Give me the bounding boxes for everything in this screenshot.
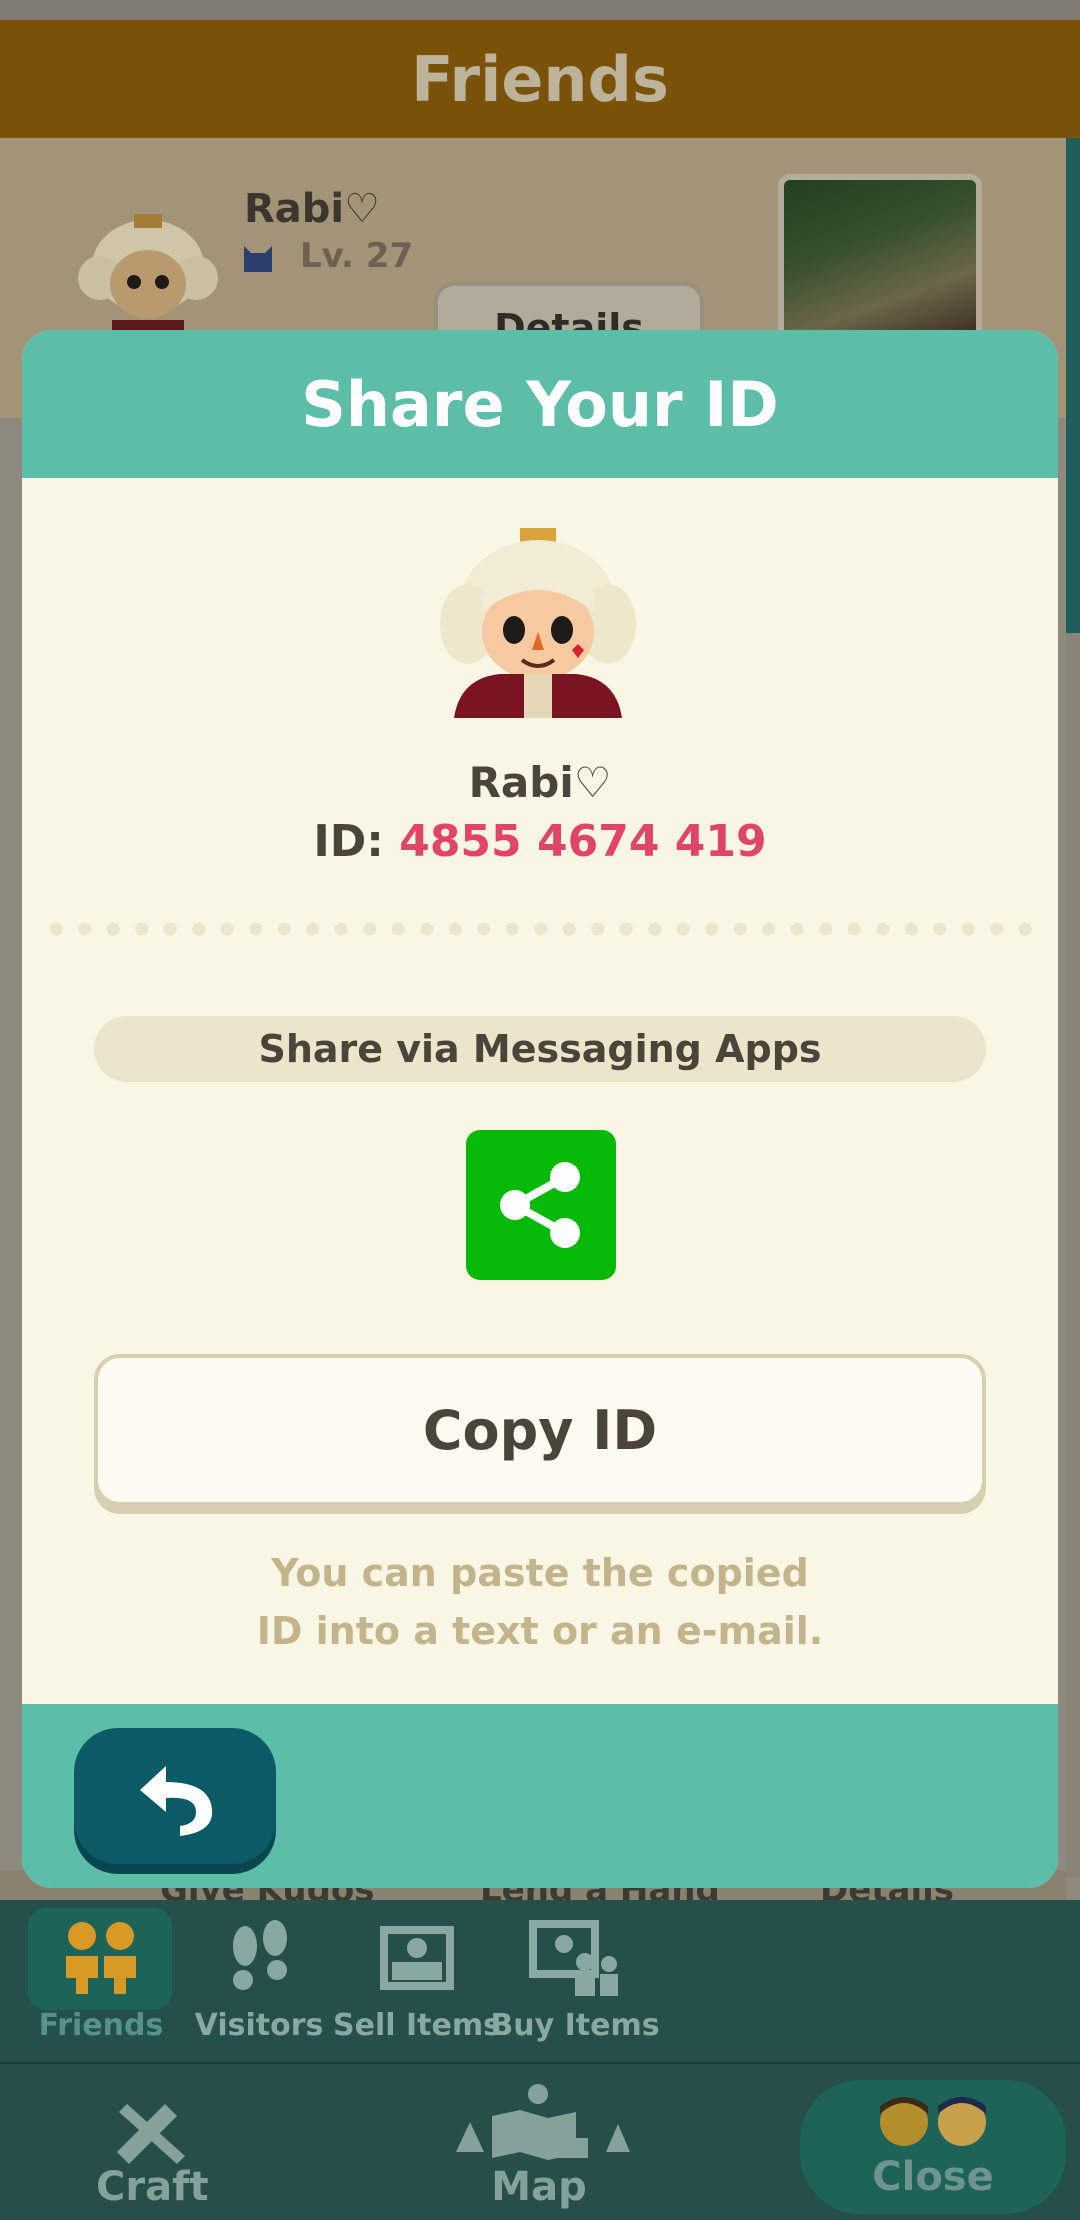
share-button[interactable]: [466, 1130, 616, 1280]
share-id-dialog: Share Your ID Rabi♡ ID: 4855 4674 419 Sh…: [22, 330, 1058, 1888]
share-section-label: Share via Messaging Apps: [94, 1016, 986, 1082]
player-id: ID: 4855 4674 419: [22, 816, 1058, 867]
tab-buy-items[interactable]: Buy Items: [490, 1908, 660, 2058]
dialog-title: Share Your ID: [301, 367, 779, 441]
map-button[interactable]: Map: [446, 2082, 632, 2210]
id-label: ID:: [313, 816, 384, 867]
dialog-footer: [22, 1704, 1058, 1888]
page-title: Friends: [411, 42, 669, 116]
craft-button[interactable]: Craft: [96, 2094, 209, 2210]
sell-box-icon: [367, 1908, 467, 2004]
bottom-bar: Craft Map Close: [0, 2062, 1080, 2220]
player-avatar: [440, 528, 636, 718]
tab-friends[interactable]: Friends: [26, 1908, 176, 2058]
dotted-divider: [42, 922, 1038, 936]
friends-icon: [51, 1908, 151, 2004]
id-value: 4855 4674 419: [399, 816, 767, 867]
friend-level: Lv. 27: [300, 236, 414, 276]
back-arrow-icon: [140, 1766, 213, 1836]
hammer-saw-icon: [117, 2104, 186, 2164]
scrollbar-thumb[interactable]: [1066, 138, 1080, 633]
status-bar: [0, 0, 1080, 20]
copy-hint: You can paste the copied ID into a text …: [256, 1551, 824, 1653]
dialog-header: Share Your ID: [22, 330, 1058, 478]
tab-visitors[interactable]: Visitors: [184, 1908, 334, 2058]
copy-id-button[interactable]: Copy ID: [94, 1354, 986, 1506]
map-icon: [456, 2084, 630, 2160]
footprints-icon: [209, 1908, 309, 2004]
villagers-icon: [880, 2097, 986, 2146]
buy-box-icon: [525, 1908, 625, 2004]
cat-icon: [244, 246, 272, 272]
tab-sell-items[interactable]: Sell Items: [333, 1908, 501, 2058]
close-button[interactable]: Close: [800, 2080, 1066, 2214]
campsite-thumbnail[interactable]: [778, 174, 982, 344]
friend-name: Rabi♡: [244, 186, 380, 232]
share-icon: [500, 1162, 580, 1248]
tab-bar: Friends Visitors Sell Items Buy Items: [0, 1900, 1080, 2062]
title-bar: Friends: [0, 20, 1080, 138]
player-name: Rabi♡: [468, 758, 612, 807]
back-button[interactable]: [74, 1728, 276, 1864]
